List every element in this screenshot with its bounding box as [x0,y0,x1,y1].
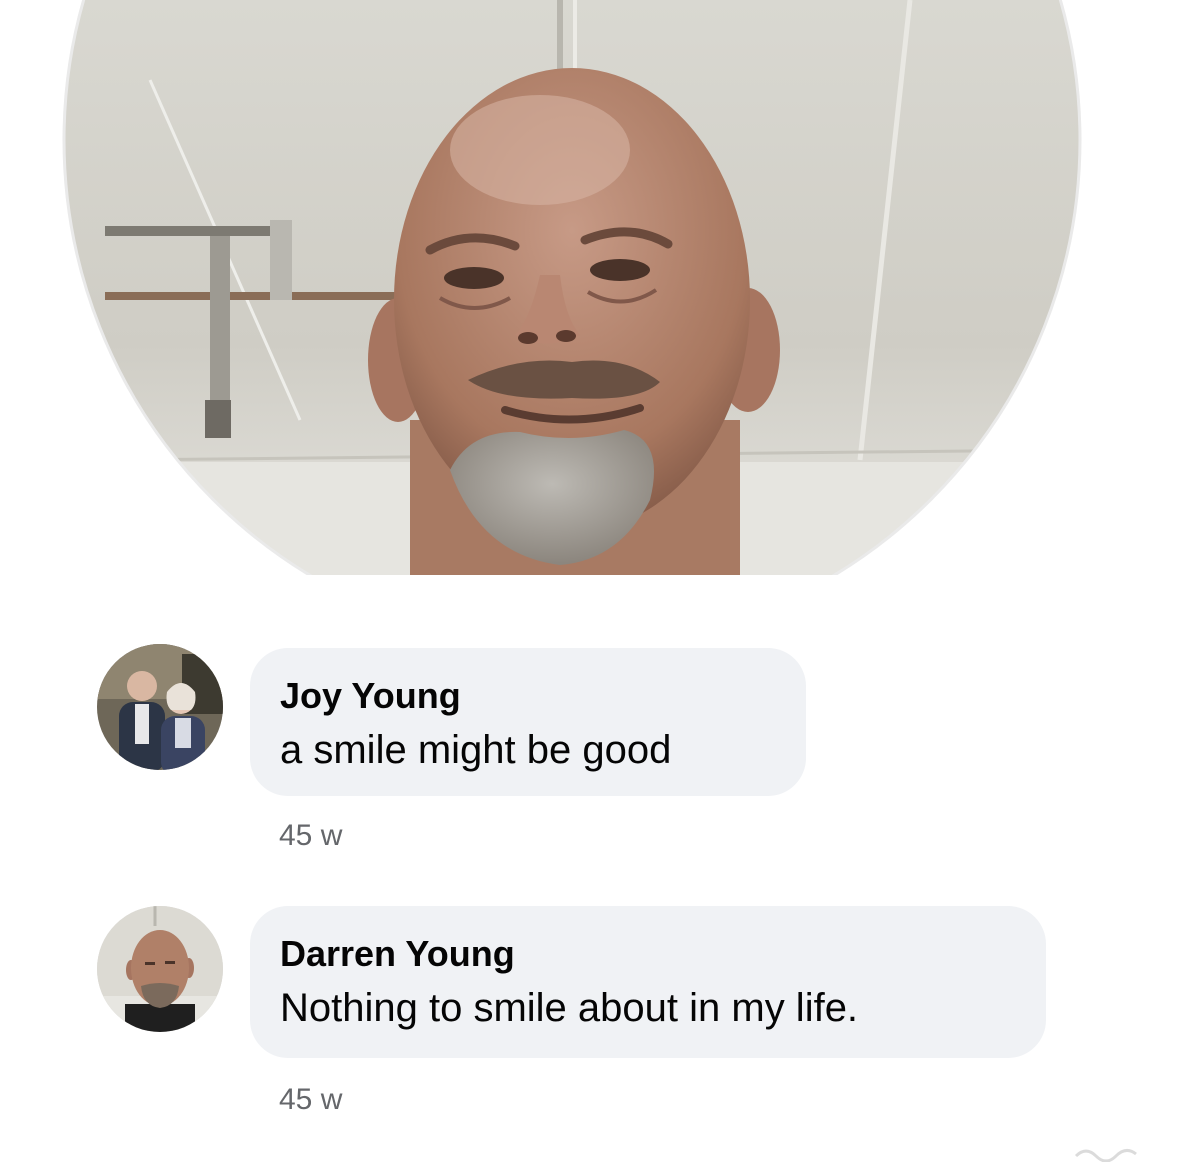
comment-timestamp[interactable]: 45 w [279,1082,342,1118]
comment-text: Nothing to smile about in my life. [280,986,859,1030]
watermark-icon [1074,1144,1144,1163]
couple-photo-avatar[interactable] [97,644,223,770]
comment-author[interactable]: Joy Young [280,674,774,718]
comment-bubble[interactable]: Darren Young Nothing to smile about in m… [250,906,1046,1058]
comment-text: a smile might be good [280,728,672,772]
man-photo-avatar[interactable] [97,906,223,1032]
comment-timestamp[interactable]: 45 w [279,818,342,854]
comment-author[interactable]: Darren Young [280,932,1014,976]
profile-photo[interactable] [0,0,1180,575]
comment-bubble[interactable]: Joy Young a smile might be good [250,648,806,796]
